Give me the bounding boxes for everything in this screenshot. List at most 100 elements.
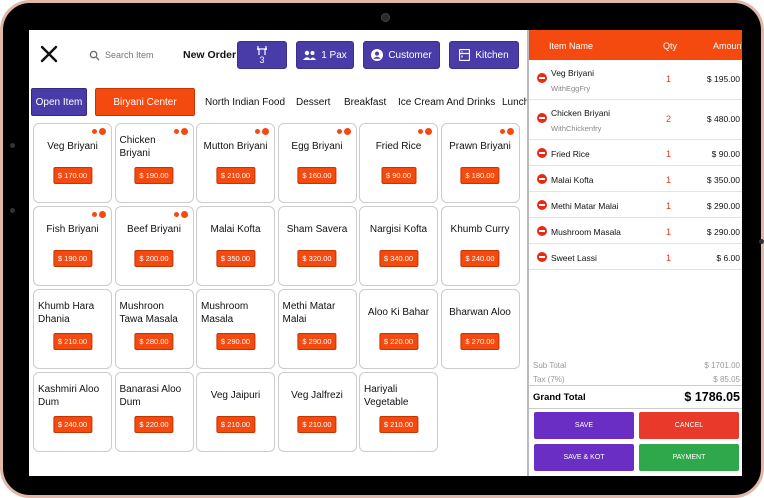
account-icon <box>371 49 384 61</box>
menu-item-card[interactable]: Hariyali Vegetable $ 210.00 <box>359 372 438 452</box>
order-item-qty: 1 <box>666 253 672 263</box>
menu-item-price: $ 270.00 <box>460 333 500 350</box>
menu-item-card[interactable]: Fish Briyani $ 190.00 <box>33 206 112 286</box>
menu-item-price: $ 170.00 <box>52 167 93 184</box>
menu-item-card[interactable]: Fried Rice $ 90.00 <box>359 123 438 203</box>
order-panel: Item Name Qty Amount Veg Briyani WithEggF… <box>527 30 742 476</box>
order-line[interactable]: Mushroom Masala 1 $ 290.00 <box>529 218 742 244</box>
grand-total-row: Grand Total $ 1786.05 <box>529 385 742 409</box>
grand-total-value: $ 1786.05 <box>684 390 740 404</box>
remove-icon[interactable] <box>537 73 547 83</box>
menu-item-name: Veg Jaipuri <box>210 390 261 401</box>
order-line[interactable]: Sweet Lassi 1 $ 6.00 <box>529 244 742 270</box>
menu-item-price: $ 160.00 <box>297 167 337 184</box>
category-bar: Open Item Biryani Center North Indian Fo… <box>29 88 527 116</box>
cancel-button[interactable]: CANCEL <box>639 412 739 439</box>
menu-item-card[interactable]: Malai Kofta $ 350.00 <box>196 206 275 286</box>
order-item-amount: $ 290.00 <box>706 227 740 237</box>
item-indicator <box>255 128 269 135</box>
order-line[interactable]: Veg Briyani WithEggFry 1 $ 195.00 <box>529 60 742 100</box>
menu-item-price: $ 190.00 <box>134 167 174 184</box>
menu-item-price: $ 180.00 <box>460 167 500 184</box>
menu-item-card[interactable]: Veg Jaipuri $ 210.00 <box>196 372 275 452</box>
top-bar: Search Item New Order 3 1 Pax Customer K… <box>29 30 527 80</box>
order-line[interactable]: Methi Matar Malai 1 $ 290.00 <box>529 192 742 218</box>
menu-item-card[interactable]: Banarasi Aloo Dum $ 220.00 <box>114 372 194 452</box>
menu-item-card[interactable]: Mushroom Masala $ 290.00 <box>196 289 275 369</box>
menu-item-card[interactable]: Veg Briyani $ 170.00 <box>33 123 112 203</box>
close-icon[interactable] <box>39 44 59 64</box>
remove-icon[interactable] <box>537 148 547 158</box>
col-amount: Amount <box>713 41 742 51</box>
menu-item-card[interactable]: Mushroon Tawa Masala $ 280.00 <box>114 289 194 369</box>
order-line[interactable]: Malai Kofta 1 $ 350.00 <box>529 166 742 192</box>
order-item-name: Veg Briyani <box>551 68 594 78</box>
menu-item-card[interactable]: Methi Matar Malai $ 290.00 <box>277 289 357 369</box>
menu-item-card[interactable]: Mutton Briyani $ 210.00 <box>196 123 275 203</box>
menu-item-price: $ 190.00 <box>52 250 93 267</box>
menu-item-price: $ 220.00 <box>378 333 419 350</box>
remove-icon[interactable] <box>537 252 547 262</box>
customer-label: Customer <box>388 49 432 61</box>
order-item-amount: $ 6.00 <box>716 253 740 263</box>
menu-item-card[interactable]: Veg Jalfrezi $ 210.00 <box>277 372 357 452</box>
item-indicator <box>499 128 514 135</box>
menu-item-card[interactable]: Sham Savera $ 320.00 <box>277 206 357 286</box>
order-item-qty: 1 <box>666 149 672 159</box>
category-dessert[interactable]: Dessert <box>296 88 330 116</box>
menu-item-price: $ 340.00 <box>378 250 419 267</box>
remove-icon[interactable] <box>537 200 547 210</box>
category-breakfast[interactable]: Breakfast <box>344 88 386 116</box>
menu-item-name: Khumb Hara Dhania <box>38 300 95 325</box>
order-item-name: Methi Matar Malai <box>551 201 619 211</box>
order-item-amount: $ 90.00 <box>711 149 740 159</box>
remove-icon[interactable] <box>537 113 547 123</box>
menu-item-card[interactable]: Khumb Hara Dhania $ 210.00 <box>33 289 112 369</box>
category-biryani-center[interactable]: Biryani Center <box>95 88 195 116</box>
subtotal-value: $ 1701.00 <box>704 361 740 370</box>
menu-item-name: Methi Matar Malai <box>282 300 336 325</box>
menu-item-name: Veg Jalfrezi <box>291 390 343 401</box>
order-item-note: WithChickenfry <box>551 124 602 133</box>
order-item-qty: 2 <box>666 114 672 124</box>
menu-item-name: Bharwan Aloo <box>449 307 511 318</box>
menu-item-price: $ 90.00 <box>380 167 417 184</box>
payment-button[interactable]: PAYMENT <box>639 444 739 471</box>
pax-button[interactable]: 1 Pax <box>296 41 354 69</box>
menu-item-card[interactable]: Aloo Ki Bahar $ 220.00 <box>359 289 438 369</box>
tax-row: Tax (7%) $ 85.05 <box>533 375 740 384</box>
menu-item-price: $ 290.00 <box>215 333 256 350</box>
category-lunch[interactable]: Lunch <box>502 88 527 116</box>
menu-item-card[interactable]: Prawn Briyani $ 180.00 <box>440 123 520 203</box>
category-ice-cream[interactable]: Ice Cream And Drinks <box>398 88 495 116</box>
menu-item-price: $ 210.00 <box>215 416 256 433</box>
remove-icon[interactable] <box>537 226 547 236</box>
order-item-name: Sweet Lassi <box>551 253 597 263</box>
save-button[interactable]: SAVE <box>534 412 634 439</box>
menu-item-card[interactable]: Bharwan Aloo $ 270.00 <box>440 289 520 369</box>
kitchen-button[interactable]: Kitchen <box>449 41 519 69</box>
order-line[interactable]: Chicken Briyani WithChickenfry 2 $ 480.00 <box>529 100 742 140</box>
menu-item-price: $ 210.00 <box>297 416 337 433</box>
table-button[interactable]: 3 <box>237 41 287 69</box>
category-north-indian[interactable]: North Indian Food <box>205 88 285 116</box>
people-icon <box>303 50 317 60</box>
search-input[interactable]: Search Item <box>89 48 154 62</box>
menu-item-card[interactable]: Egg Briyani $ 160.00 <box>277 123 357 203</box>
remove-icon[interactable] <box>537 174 547 184</box>
menu-item-card[interactable]: Kashmiri Aloo Dum $ 240.00 <box>33 372 112 452</box>
subtotal-label: Sub Total <box>533 361 567 370</box>
item-indicator <box>92 128 106 135</box>
menu-item-name: Mushroon Tawa Masala <box>119 300 178 325</box>
save-kot-button[interactable]: SAVE & KOT <box>534 444 634 471</box>
menu-item-card[interactable]: Nargisi Kofta $ 340.00 <box>359 206 438 286</box>
open-item-button[interactable]: Open Item <box>31 88 87 116</box>
menu-item-card[interactable]: Chicken Briyani $ 190.00 <box>114 123 194 203</box>
item-indicator <box>173 128 188 135</box>
menu-item-card[interactable]: Khumb Curry $ 240.00 <box>440 206 520 286</box>
menu-item-price: $ 210.00 <box>52 333 93 350</box>
customer-button[interactable]: Customer <box>363 41 440 69</box>
menu-item-card[interactable]: Beef Briyani $ 200.00 <box>114 206 194 286</box>
order-line[interactable]: Fried Rice 1 $ 90.00 <box>529 140 742 166</box>
order-item-amount: $ 195.00 <box>706 74 740 84</box>
